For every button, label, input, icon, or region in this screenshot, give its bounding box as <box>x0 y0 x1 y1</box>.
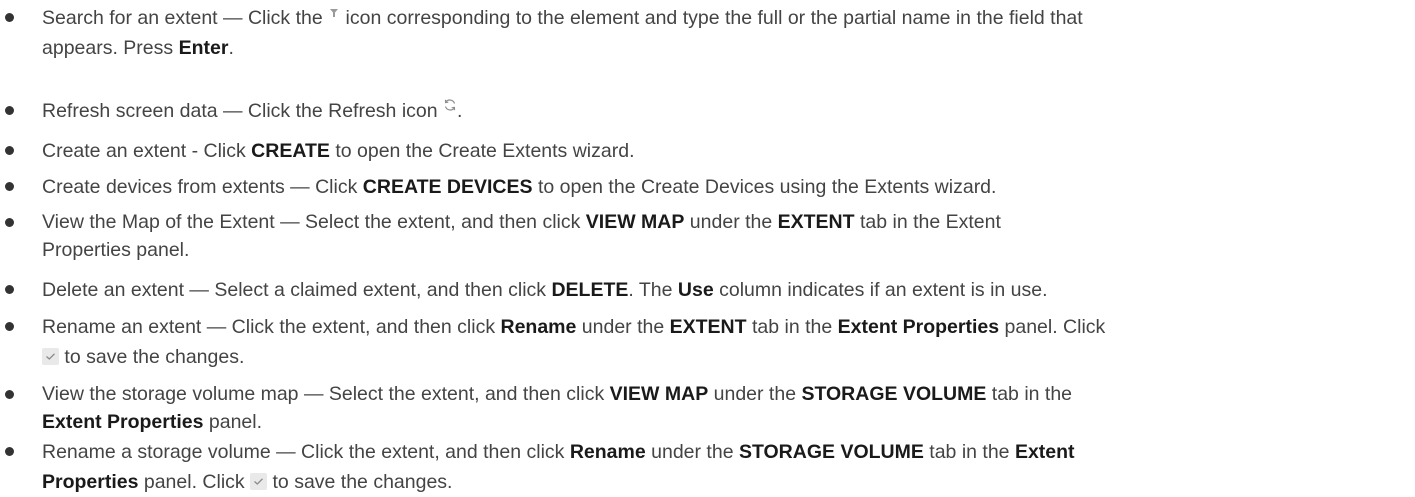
item-bold: EXTENT <box>669 316 747 338</box>
item-text: to save the changes. <box>267 471 453 493</box>
refresh-icon <box>443 98 457 112</box>
item-text: Create devices from extents — Click <box>42 176 363 198</box>
item-text: Rename a storage volume — Click the exte… <box>42 441 570 463</box>
item-text: icon corresponding to the element and ty… <box>340 7 1083 29</box>
item-text: under the <box>645 441 739 463</box>
item-text: appears. Press <box>42 37 179 59</box>
item-bold: Use <box>677 279 714 301</box>
item-text: . <box>457 100 463 122</box>
bullet-dot <box>5 182 14 191</box>
item-text: to open the Create Extents wizard. <box>329 140 635 162</box>
item-text: Search for an extent — Click the <box>42 7 329 29</box>
bullet-dot <box>5 218 14 227</box>
item-bold: Extent <box>1014 441 1075 463</box>
item-bold: EXTENT <box>777 211 855 233</box>
item-bold: CREATE <box>251 140 330 162</box>
item-text: under the <box>708 383 802 405</box>
item-bold: VIEW MAP <box>585 211 685 233</box>
bullet-dot <box>5 322 14 331</box>
bullet-dot <box>5 390 14 399</box>
item-bold: DELETE <box>551 279 629 301</box>
item-bold: Enter <box>178 37 229 59</box>
item-text: to save the changes. <box>59 346 245 368</box>
item-text: column indicates if an extent is in use. <box>713 279 1048 301</box>
item-bold: Extent Properties <box>42 411 204 433</box>
item-text: under the <box>576 316 670 338</box>
item-bold: Rename <box>500 316 577 338</box>
bullet-dot <box>5 146 14 155</box>
item-text: . <box>228 37 234 59</box>
item-bold: STORAGE VOLUME <box>738 441 924 463</box>
bullet-dot <box>5 285 14 294</box>
bullet-dot <box>5 447 14 456</box>
filter-icon <box>328 8 340 18</box>
item-text: panel. <box>203 411 263 433</box>
item-text: Create an extent - Click <box>42 140 252 162</box>
item-bold: STORAGE VOLUME <box>801 383 987 405</box>
item-text: Properties panel. <box>42 239 190 261</box>
item-text: Refresh screen data — Click the Refresh … <box>42 100 444 122</box>
item-text: tab in the Extent <box>854 211 1001 233</box>
item-bold: Properties <box>42 471 139 493</box>
item-text: tab in the <box>746 316 838 338</box>
item-text: to open the Create Devices using the Ext… <box>532 176 997 198</box>
bullet-dot <box>5 106 14 115</box>
item-bold: Rename <box>569 441 646 463</box>
bullet-dot <box>5 13 14 22</box>
document-page: Search for an extent — Click the icon co… <box>0 0 1415 493</box>
item-text: View the Map of the Extent — Select the … <box>42 211 586 233</box>
item-text: Rename an extent — Click the extent, and… <box>42 316 501 338</box>
item-text: tab in the <box>986 383 1073 405</box>
item-text: panel. Click <box>138 471 251 493</box>
item-text: panel. Click <box>999 316 1106 338</box>
item-text: under the <box>684 211 778 233</box>
item-bold: VIEW MAP <box>609 383 709 405</box>
item-bold: Extent Properties <box>837 316 1000 338</box>
item-bold: CREATE DEVICES <box>362 176 533 198</box>
item-text: View the storage volume map — Select the… <box>42 383 610 405</box>
checkmark-icon <box>42 348 59 365</box>
item-text: . The <box>628 279 678 301</box>
item-text: tab in the <box>923 441 1015 463</box>
item-text: Delete an extent — Select a claimed exte… <box>42 279 552 301</box>
checkmark-icon <box>250 473 268 490</box>
